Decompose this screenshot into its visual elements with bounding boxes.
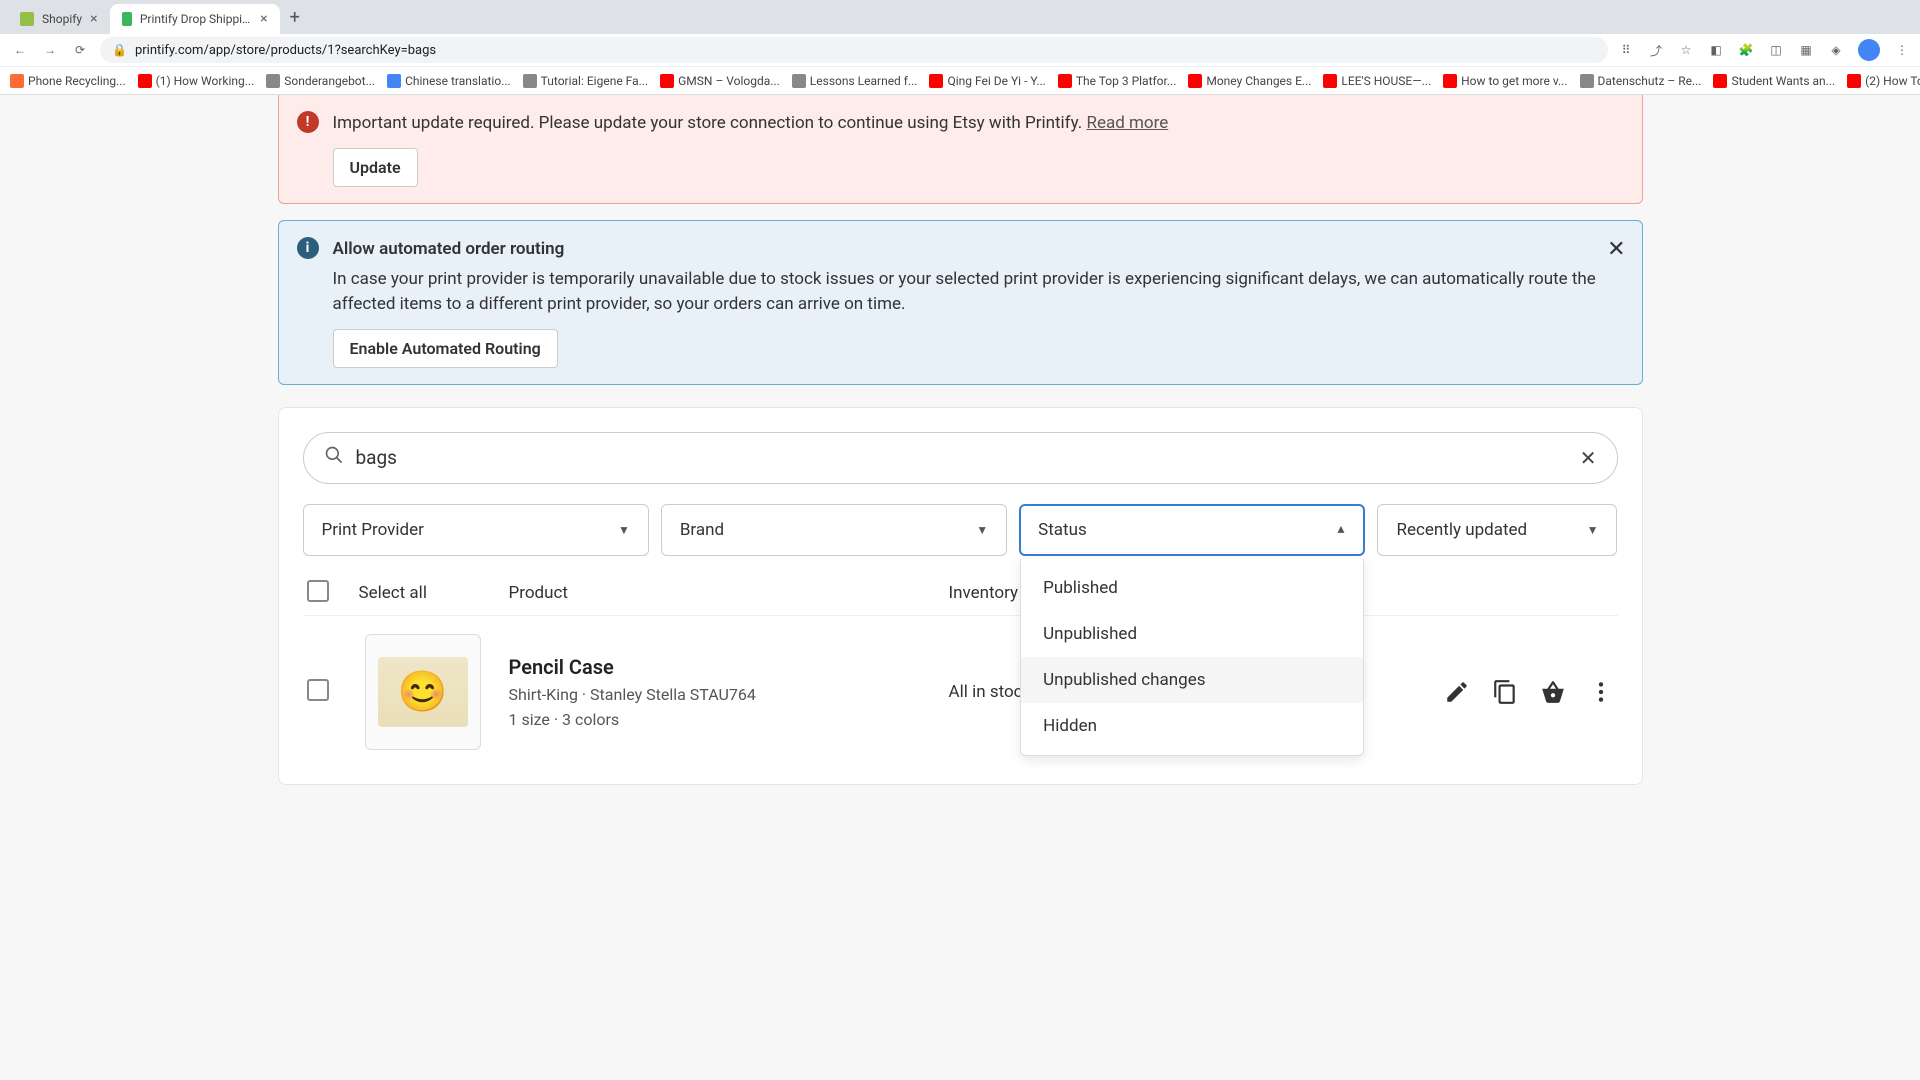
tab-printify[interactable]: Printify Drop Shipping Print o × bbox=[110, 4, 280, 34]
product-name[interactable]: Pencil Case bbox=[509, 655, 949, 679]
edit-icon[interactable] bbox=[1444, 679, 1470, 705]
filter-row: Print Provider ▼ Brand ▼ Status ▼ Publis… bbox=[303, 504, 1618, 556]
menu-icon[interactable]: ⋮ bbox=[1894, 42, 1910, 58]
chevron-down-icon: ▼ bbox=[618, 523, 630, 537]
toolbar-icons: ⠿ ⤴ ☆ ◧ 🧩 ◫ ▦ ◈ ⋮ bbox=[1618, 39, 1910, 61]
bookmark-item[interactable]: Lessons Learned f... bbox=[792, 74, 918, 88]
product-provider: Shirt-King · Stanley Stella STAU764 bbox=[509, 685, 949, 704]
filter-label: Brand bbox=[680, 520, 724, 540]
close-icon[interactable]: ✕ bbox=[1607, 237, 1625, 262]
basket-icon[interactable] bbox=[1540, 679, 1566, 705]
tab-title: Printify Drop Shipping Print o bbox=[140, 12, 252, 26]
product-row: 😊 Pencil Case Shirt-King · Stanley Stell… bbox=[303, 615, 1618, 760]
column-product: Product bbox=[509, 583, 949, 603]
extension-icon[interactable]: ◈ bbox=[1828, 42, 1844, 58]
search-icon bbox=[324, 445, 344, 470]
bookmark-item[interactable]: Tutorial: Eigene Fa... bbox=[523, 74, 648, 88]
product-checkbox[interactable] bbox=[307, 679, 329, 701]
status-option-unpublished-changes[interactable]: Unpublished changes bbox=[1021, 657, 1363, 703]
bookmark-item[interactable]: Student Wants an... bbox=[1713, 74, 1835, 88]
product-thumbnail[interactable]: 😊 bbox=[365, 634, 481, 750]
chevron-up-icon: ▼ bbox=[1335, 523, 1347, 537]
bookmark-item[interactable]: Chinese translatio... bbox=[387, 74, 511, 88]
bookmark-item[interactable]: (1) How Working... bbox=[138, 74, 255, 88]
bookmark-item[interactable]: GMSN – Vologda... bbox=[660, 74, 780, 88]
forward-button[interactable]: → bbox=[40, 40, 60, 60]
address-bar: ← → ⟳ 🔒 printify.com/app/store/products/… bbox=[0, 34, 1920, 66]
extension-icon[interactable]: ▦ bbox=[1798, 42, 1814, 58]
alert-text: Important update required. Please update… bbox=[333, 113, 1083, 133]
filter-status[interactable]: Status ▼ Published Unpublished Unpublish… bbox=[1019, 504, 1365, 556]
alert-order-routing: i Allow automated order routing In case … bbox=[278, 220, 1643, 385]
lock-icon: 🔒 bbox=[112, 43, 127, 57]
bookmark-item[interactable]: Datenschutz – Re... bbox=[1580, 74, 1702, 88]
favicon-icon bbox=[20, 12, 34, 26]
new-tab-button[interactable]: + bbox=[280, 7, 310, 28]
page-body: ! Important update required. Please upda… bbox=[0, 95, 1920, 785]
star-icon[interactable]: ☆ bbox=[1678, 42, 1694, 58]
share-icon[interactable]: ⤴ bbox=[1648, 42, 1664, 58]
bookmark-item[interactable]: Sonderangebot... bbox=[266, 74, 375, 88]
product-info: Pencil Case Shirt-King · Stanley Stella … bbox=[509, 655, 949, 729]
puzzle-icon[interactable]: 🧩 bbox=[1738, 42, 1754, 58]
status-option-hidden[interactable]: Hidden bbox=[1021, 703, 1363, 749]
extension-icon[interactable]: ◧ bbox=[1708, 42, 1724, 58]
select-all-label: Select all bbox=[359, 583, 509, 603]
back-button[interactable]: ← bbox=[10, 40, 30, 60]
product-actions bbox=[1444, 679, 1614, 705]
close-icon[interactable]: × bbox=[90, 11, 97, 27]
copy-icon[interactable] bbox=[1492, 679, 1518, 705]
url-text: printify.com/app/store/products/1?search… bbox=[135, 43, 436, 58]
status-option-published[interactable]: Published bbox=[1021, 565, 1363, 611]
close-icon[interactable]: × bbox=[260, 11, 267, 27]
tab-bar: Shopify × Printify Drop Shipping Print o… bbox=[0, 0, 1920, 34]
product-inventory: All in stock bbox=[949, 682, 1032, 702]
tab-title: Shopify bbox=[42, 12, 82, 26]
list-header: Select all Product Inventory bbox=[303, 580, 1618, 615]
browser-chrome: Shopify × Printify Drop Shipping Print o… bbox=[0, 0, 1920, 95]
thumbnail-image: 😊 bbox=[378, 657, 468, 727]
info-icon: i bbox=[297, 237, 319, 259]
address-input[interactable]: 🔒 printify.com/app/store/products/1?sear… bbox=[100, 37, 1608, 63]
bookmark-item[interactable]: Phone Recycling... bbox=[10, 74, 126, 88]
alert-text: In case your print provider is temporari… bbox=[333, 267, 1624, 316]
warning-icon: ! bbox=[297, 111, 319, 133]
bookmark-item[interactable]: The Top 3 Platfor... bbox=[1058, 74, 1177, 88]
update-button[interactable]: Update bbox=[333, 148, 418, 187]
bookmark-bar: Phone Recycling... (1) How Working... So… bbox=[0, 66, 1920, 94]
chevron-down-icon: ▼ bbox=[1587, 523, 1599, 537]
filter-label: Recently updated bbox=[1396, 520, 1527, 540]
filter-label: Print Provider bbox=[322, 520, 424, 540]
select-all-checkbox[interactable] bbox=[307, 580, 329, 602]
enable-routing-button[interactable]: Enable Automated Routing bbox=[333, 329, 558, 368]
reload-button[interactable]: ⟳ bbox=[70, 40, 90, 60]
avatar[interactable] bbox=[1858, 39, 1880, 61]
favicon-icon bbox=[122, 12, 132, 26]
filter-print-provider[interactable]: Print Provider ▼ bbox=[303, 504, 649, 556]
search-input[interactable] bbox=[356, 446, 1568, 469]
tab-shopify[interactable]: Shopify × bbox=[8, 4, 110, 34]
status-dropdown: Published Unpublished Unpublished change… bbox=[1020, 559, 1364, 756]
products-panel: ✕ Print Provider ▼ Brand ▼ Status ▼ Publ… bbox=[278, 407, 1643, 785]
alert-update-required: ! Important update required. Please upda… bbox=[278, 95, 1643, 204]
alert-title: Allow automated order routing bbox=[333, 237, 1624, 262]
bookmark-item[interactable]: LEE'S HOUSE—... bbox=[1323, 74, 1431, 88]
bookmark-item[interactable]: Qing Fei De Yi - Y... bbox=[929, 74, 1045, 88]
search-box[interactable]: ✕ bbox=[303, 432, 1618, 484]
bookmark-item[interactable]: Money Changes E... bbox=[1188, 74, 1311, 88]
clear-search-icon[interactable]: ✕ bbox=[1580, 446, 1597, 470]
filter-brand[interactable]: Brand ▼ bbox=[661, 504, 1007, 556]
product-variants: 1 size · 3 colors bbox=[509, 710, 949, 729]
extension-icon[interactable]: ◫ bbox=[1768, 42, 1784, 58]
filter-sort[interactable]: Recently updated ▼ bbox=[1377, 504, 1617, 556]
filter-label: Status bbox=[1038, 520, 1087, 540]
read-more-link[interactable]: Read more bbox=[1086, 113, 1168, 133]
chevron-down-icon: ▼ bbox=[976, 523, 988, 537]
bookmark-item[interactable]: (2) How To Add A... bbox=[1847, 74, 1920, 88]
bookmark-item[interactable]: How to get more v... bbox=[1443, 74, 1567, 88]
more-icon[interactable] bbox=[1588, 679, 1614, 705]
translate-icon[interactable]: ⠿ bbox=[1618, 42, 1634, 58]
status-option-unpublished[interactable]: Unpublished bbox=[1021, 611, 1363, 657]
